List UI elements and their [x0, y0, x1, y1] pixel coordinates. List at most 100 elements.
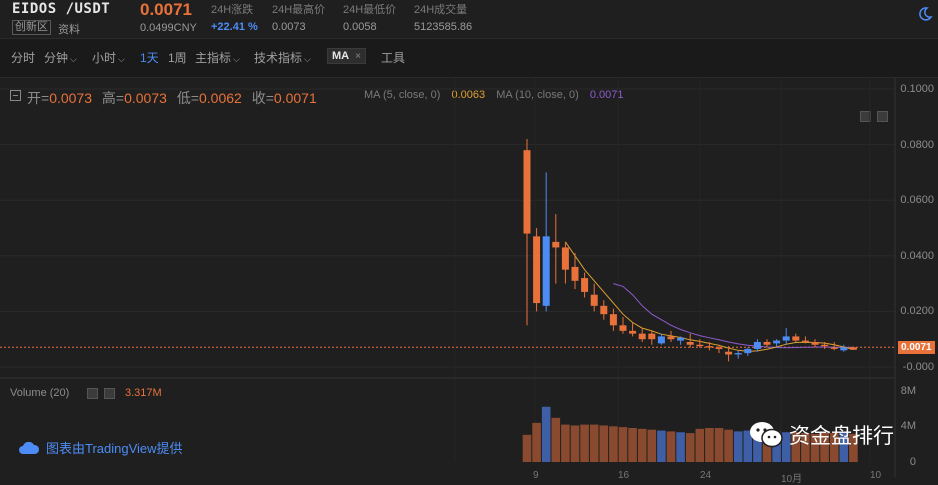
price-axis-label: 0.1000	[900, 83, 934, 95]
stat-change-label: 24H涨跌	[211, 4, 254, 16]
stat-high-value: 0.0073	[272, 21, 306, 33]
watermark: 资金盘排行	[749, 420, 894, 454]
ma-tag-label: MA	[332, 50, 350, 62]
chevron-down-icon: ⌵	[304, 54, 311, 64]
candle-body	[705, 346, 713, 348]
candle-body	[734, 353, 742, 355]
stat-low-label: 24H最低价	[343, 4, 397, 16]
volume-label: Volume (20)	[10, 387, 70, 399]
volume-bar	[570, 425, 580, 462]
main-indicator-label: 主指标	[195, 51, 232, 65]
candle-body	[763, 341, 771, 345]
candle-body	[648, 333, 656, 340]
moon-icon[interactable]	[917, 6, 933, 25]
volume-bar	[666, 431, 676, 462]
volume-bar	[733, 431, 743, 462]
candle-body	[667, 336, 675, 340]
volume-axis-label: 0	[909, 456, 916, 468]
candle-body	[619, 325, 627, 331]
toolbar-hour[interactable]: 小时 ⌵	[92, 49, 125, 66]
candle-body	[792, 336, 800, 341]
volume-bar	[705, 428, 714, 462]
candle-body	[715, 347, 723, 349]
board-badge: 创新区	[12, 20, 51, 35]
candle-body	[561, 247, 569, 270]
ma-indicator-tag[interactable]: MA ×	[327, 48, 366, 64]
candle-body	[581, 278, 589, 292]
stat-high-label: 24H最高价	[272, 4, 326, 16]
volume-axis-label: 4M	[900, 420, 916, 432]
volume-bar	[541, 406, 551, 462]
volume-bar	[647, 429, 657, 462]
time-axis-label: 10	[870, 470, 882, 481]
candle-body	[811, 341, 819, 345]
toolbar-main-indicator[interactable]: 主指标 ⌵	[195, 49, 240, 66]
candlestick-chart[interactable]	[0, 78, 938, 477]
candle-body	[849, 347, 857, 350]
volume-axis-label: 8M	[900, 385, 916, 397]
candle-body	[753, 341, 761, 349]
stat-change-value: +22.41 %	[211, 21, 258, 33]
price-axis-label: 0.0400	[900, 250, 934, 262]
candle-body	[821, 344, 829, 347]
candle-body	[801, 340, 809, 342]
stat-volume-label: 24H成交量	[414, 4, 468, 16]
wechat-icon	[749, 420, 783, 454]
toolbar-1week[interactable]: 1周	[168, 49, 187, 66]
chevron-down-icon: ⌵	[70, 54, 77, 64]
candle-body	[686, 341, 694, 345]
time-axis-label: 16	[618, 470, 630, 481]
candle-body	[782, 336, 790, 341]
chevron-down-icon: ⌵	[233, 54, 240, 64]
toolbar-tech-indicator[interactable]: 技术指标 ⌵	[254, 49, 311, 66]
last-price: 0.0071	[140, 0, 192, 19]
stat-low-value: 0.0058	[343, 21, 377, 33]
cny-price: 0.0499CNY	[140, 22, 197, 34]
volume-bar	[685, 433, 695, 462]
candle-body	[542, 236, 550, 306]
stat-volume-value: 5123585.86	[414, 21, 473, 33]
last-price-tag: 0.0071	[898, 341, 935, 354]
volume-bar	[628, 428, 637, 462]
volume-bar	[676, 432, 685, 462]
candle-body	[830, 347, 838, 349]
volume-bar	[589, 424, 599, 462]
volume-bar	[637, 428, 647, 462]
close-icon[interactable]	[104, 388, 115, 399]
time-axis-label: 10月	[781, 474, 803, 485]
candle-body	[600, 305, 608, 315]
toolbar-minute-label: 分钟	[44, 51, 69, 65]
close-icon[interactable]: ×	[355, 51, 361, 62]
candle-body	[533, 236, 541, 304]
candle-body	[657, 336, 665, 344]
candle-body	[590, 294, 598, 306]
info-link[interactable]: 资料	[58, 21, 80, 37]
toolbar-hour-label: 小时	[92, 51, 117, 65]
volume-bar	[695, 428, 705, 462]
toolbar-timeline[interactable]: 分时	[11, 49, 35, 66]
settings-icon[interactable]	[87, 388, 98, 399]
watermark-text: 资金盘排行	[789, 425, 894, 448]
candle-body	[744, 348, 752, 354]
candle-body	[725, 351, 733, 355]
volume-bar	[599, 425, 609, 462]
volume-bar	[580, 424, 589, 462]
candle-body	[638, 333, 646, 340]
cloud-icon	[18, 441, 40, 458]
toolbar-1day[interactable]: 1天	[140, 49, 159, 66]
chevron-down-icon: ⌵	[118, 54, 125, 64]
volume-value: 3.317M	[125, 387, 162, 399]
tradingview-credit[interactable]: 图表由TradingView提供	[18, 438, 183, 458]
candle-body	[571, 266, 579, 281]
toolbar-minute[interactable]: 分钟 ⌵	[44, 49, 77, 66]
time-axis-label: 24	[700, 470, 712, 481]
candle-body	[773, 340, 781, 344]
candle-body	[523, 150, 531, 234]
pair-name[interactable]: EIDOS /USDT	[12, 1, 110, 17]
toolbar-tools[interactable]: 工具	[381, 49, 405, 66]
candle-body	[696, 344, 704, 347]
volume-bar	[561, 424, 570, 462]
price-axis-label: 0.0800	[900, 139, 934, 151]
ma5-line	[564, 241, 854, 352]
tech-indicator-label: 技术指标	[254, 51, 303, 65]
